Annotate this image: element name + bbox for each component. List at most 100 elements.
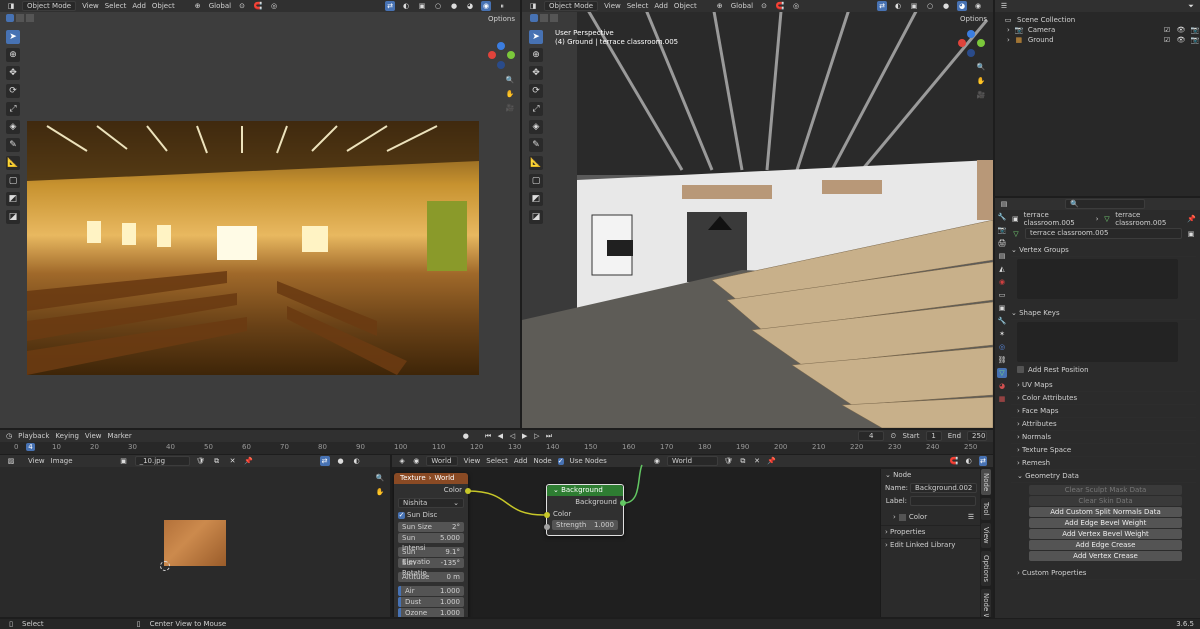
new-image-icon[interactable]: ⧉ xyxy=(212,456,222,466)
filter-icon[interactable]: ⏷ xyxy=(1186,1,1196,11)
add-edge-crease-button[interactable]: Add Edge Crease xyxy=(1029,540,1182,550)
select-box-mode-icon[interactable] xyxy=(530,14,538,22)
mode-dropdown[interactable]: Object Mode xyxy=(544,1,599,11)
overlay-icon[interactable]: ◐ xyxy=(893,1,903,11)
browse-icon[interactable]: ▣ xyxy=(1186,229,1196,239)
axis-z-icon[interactable] xyxy=(967,30,975,38)
shading-solid-icon[interactable]: ● xyxy=(941,1,951,11)
axis-y-icon[interactable] xyxy=(977,39,985,47)
menu-add[interactable]: Add xyxy=(654,2,668,10)
play-reverse-icon[interactable]: ◁ xyxy=(509,431,515,441)
shape-keys-list[interactable] xyxy=(1017,322,1178,362)
xray-icon[interactable]: ▣ xyxy=(909,1,919,11)
pan-icon[interactable]: ✋ xyxy=(375,487,385,497)
add-vertex-bevel-weight-button[interactable]: Add Vertex Bevel Weight xyxy=(1029,529,1182,539)
snap-icon[interactable]: 🧲 xyxy=(253,1,263,11)
sun-intensity-field[interactable]: Sun Intensi 5.000 xyxy=(398,533,464,552)
menu-select[interactable]: Select xyxy=(627,2,649,10)
camera-view-icon[interactable]: 🎥 xyxy=(976,90,986,100)
add-cube-tool-icon[interactable]: ▢ xyxy=(6,174,20,188)
output-tab-icon[interactable]: 🖨 xyxy=(997,238,1007,248)
gizmo-toggle-icon[interactable]: ⇄ xyxy=(319,456,330,466)
shading-rendered-icon[interactable]: ◉ xyxy=(481,1,492,11)
menu-add[interactable]: Add xyxy=(132,2,146,10)
menu-view[interactable]: View xyxy=(604,2,621,10)
select-extend-icon[interactable] xyxy=(16,14,24,22)
axis-x-icon[interactable] xyxy=(488,51,496,59)
panel-custom-properties[interactable]: › Custom Properties xyxy=(1011,567,1196,580)
cursor-tool-icon[interactable]: ⊕ xyxy=(6,48,20,62)
add-edge-bevel-weight-button[interactable]: Add Edge Bevel Weight xyxy=(1029,518,1182,528)
collection-tab-icon[interactable]: ▭ xyxy=(997,290,1007,300)
shading-rendered-icon[interactable]: ◉ xyxy=(973,1,983,11)
rotate-tool-icon[interactable]: ⟳ xyxy=(6,84,20,98)
record-icon[interactable]: ● xyxy=(463,431,469,441)
axis-y-icon[interactable] xyxy=(507,51,515,59)
editor-type-icon[interactable]: ▨ xyxy=(6,456,16,466)
transform-tool-icon[interactable]: ◈ xyxy=(529,120,543,134)
cursor-tool-icon[interactable]: ⊕ xyxy=(529,48,543,62)
editor-type-icon[interactable]: ◨ xyxy=(528,1,538,11)
panel-uv-maps[interactable]: › UV Maps xyxy=(1011,379,1196,392)
extra-tool-a-icon[interactable]: ◩ xyxy=(529,192,543,206)
annotate-tool-icon[interactable]: ✎ xyxy=(529,138,543,152)
world-tab-icon[interactable]: ◉ xyxy=(997,277,1007,287)
camera-render-icon[interactable]: 📷 xyxy=(1190,25,1200,35)
outliner-item-ground[interactable]: › ▦ Ground ☑ 👁 📷 xyxy=(995,35,1200,45)
node-collapse-icon[interactable]: ⌄ xyxy=(553,486,561,494)
altitude-field[interactable]: Altitude 0 m xyxy=(398,572,464,582)
air-field[interactable]: Air 1.000 xyxy=(398,586,464,596)
sidebar-tab-options[interactable]: Options xyxy=(981,550,991,586)
2d-cursor-icon[interactable] xyxy=(160,561,170,571)
select-box-mode-icon[interactable] xyxy=(6,14,14,22)
constraints-tab-icon[interactable]: ⛓ xyxy=(997,355,1007,365)
menu-object[interactable]: Object xyxy=(674,2,697,10)
checkbox-icon[interactable]: ☑ xyxy=(1162,25,1172,35)
axis-neg-z-icon[interactable] xyxy=(497,61,505,69)
proportional-icon[interactable]: ◎ xyxy=(791,1,801,11)
sidebar-tab-view[interactable]: View xyxy=(981,522,991,548)
next-key-icon[interactable]: ▷ xyxy=(534,431,540,441)
image-browse-icon[interactable]: ▣ xyxy=(119,456,129,466)
background-color-socket-icon[interactable] xyxy=(544,512,550,518)
shading-material-icon[interactable]: ◕ xyxy=(465,1,475,11)
properties-search[interactable]: 🔍 xyxy=(1065,199,1145,209)
transform-orientation[interactable]: Global xyxy=(731,2,753,10)
add-custom-split-normals-button[interactable]: Add Custom Split Normals Data xyxy=(1029,507,1182,517)
camera-view-icon[interactable]: 🎥 xyxy=(505,103,515,113)
outliner-type-icon[interactable]: ☰ xyxy=(999,1,1009,11)
breadcrumb-world[interactable]: World xyxy=(434,473,454,484)
list-menu-icon[interactable]: ☰ xyxy=(966,512,976,522)
editor-type-icon[interactable]: ◷ xyxy=(6,431,12,441)
gizmo-toggle-icon[interactable]: ⇄ xyxy=(877,1,888,11)
modifier-tab-icon[interactable]: 🔧 xyxy=(997,316,1007,326)
material-tab-icon[interactable]: ◕ xyxy=(997,381,1007,391)
proportional-icon[interactable]: ◎ xyxy=(269,1,279,11)
ozone-field[interactable]: Ozone 1.000 xyxy=(398,608,464,617)
menu-view[interactable]: View xyxy=(82,2,99,10)
properties-panel[interactable]: › Properties xyxy=(881,525,980,538)
panel-attributes[interactable]: › Attributes xyxy=(1011,418,1196,431)
sun-disc-row[interactable]: ✓ Sun Disc xyxy=(398,511,464,519)
sidebar-tab-tool[interactable]: Tool xyxy=(981,498,991,520)
sidebar-tab-node[interactable]: Node xyxy=(981,469,991,496)
expand-arrow-icon[interactable]: › xyxy=(1007,36,1010,44)
eye-icon[interactable]: 👁 xyxy=(1176,25,1186,35)
panel-texture-space[interactable]: › Texture Space xyxy=(1011,444,1196,457)
breadcrumb-mesh[interactable]: terrace classroom.005 xyxy=(1115,211,1183,227)
left-nav-gizmo[interactable] xyxy=(488,42,516,70)
render-tab-icon[interactable]: 📷 xyxy=(997,225,1007,235)
pause-icon[interactable]: ⏸ xyxy=(497,1,507,11)
move-tool-icon[interactable]: ✥ xyxy=(529,66,543,80)
timeline-ruler[interactable]: 0 10 20 30 40 50 60 70 80 90 100 110 120 130 140 150 160… xyxy=(14,443,984,453)
menu-image[interactable]: Image xyxy=(51,457,73,465)
pivot-icon[interactable]: ⊙ xyxy=(237,1,247,11)
axis-z-icon[interactable] xyxy=(497,42,505,50)
sky-type-dropdown[interactable]: Nishita ⌄ xyxy=(398,498,464,508)
outliner-item-camera[interactable]: › 📷 Camera ☑ 👁 📷 xyxy=(995,25,1200,35)
zoom-icon[interactable]: 🔍 xyxy=(976,62,986,72)
dust-field[interactable]: Dust 1.000 xyxy=(398,597,464,607)
play-icon[interactable]: ▶ xyxy=(522,431,528,441)
add-vertex-crease-button[interactable]: Add Vertex Crease xyxy=(1029,551,1182,561)
end-frame-field[interactable]: 250 xyxy=(967,431,988,441)
